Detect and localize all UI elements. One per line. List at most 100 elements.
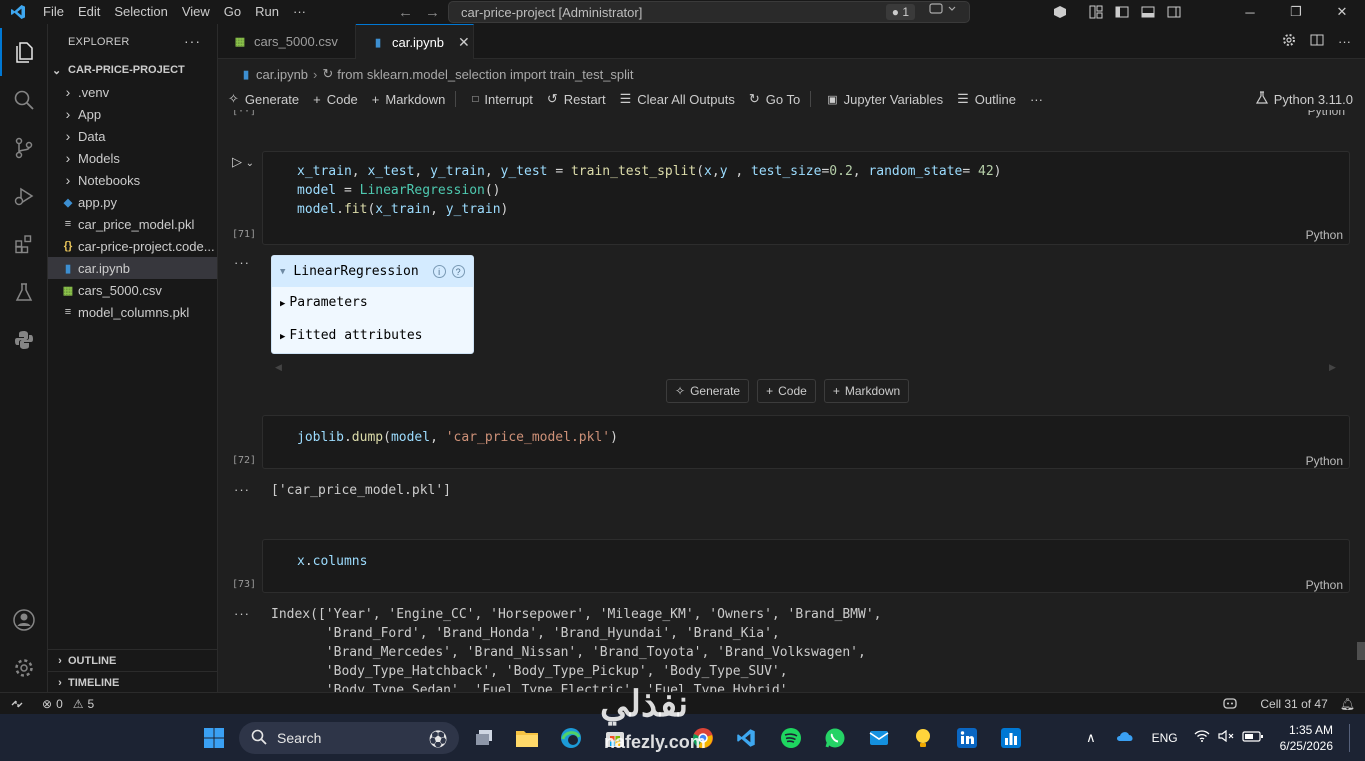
- output-more-icon[interactable]: ···: [234, 606, 250, 621]
- output-more-icon[interactable]: ···: [234, 482, 250, 497]
- command-center[interactable]: car-price-project [Administrator] ● 1: [448, 1, 970, 23]
- accounts-icon[interactable]: [1047, 0, 1073, 24]
- run-debug-icon[interactable]: [0, 172, 48, 220]
- cell-language[interactable]: Python: [1306, 578, 1343, 592]
- changes-badge[interactable]: ● 1: [885, 4, 915, 20]
- breadcrumb-symbol[interactable]: from sklearn.model_selection import trai…: [337, 67, 633, 82]
- menu-more[interactable]: ···: [286, 0, 313, 24]
- parameters-toggle[interactable]: ▶ Parameters: [280, 295, 368, 310]
- generate-button[interactable]: ✧ Generate: [228, 91, 299, 107]
- toggle-secondary-sidebar-icon[interactable]: [1161, 0, 1187, 24]
- linkedin-icon[interactable]: [953, 724, 981, 752]
- cell-language[interactable]: Python: [1306, 454, 1343, 468]
- prev-cell-language[interactable]: Python: [1308, 110, 1345, 118]
- toolbar-more-button[interactable]: ···: [1030, 92, 1043, 107]
- clear-outputs-button[interactable]: ☰ Clear All Outputs: [620, 91, 735, 107]
- copilot-status-icon[interactable]: [1222, 696, 1238, 713]
- explorer-icon[interactable]: [0, 28, 48, 76]
- toggle-sidebar-icon[interactable]: [1109, 0, 1135, 24]
- menu-view[interactable]: View: [175, 0, 217, 24]
- insert-markdown-button[interactable]: + Markdown: [823, 379, 910, 403]
- accounts-avatar-icon[interactable]: [0, 596, 48, 644]
- tree-item-car-price-project-code[interactable]: {} car-price-project.code...: [48, 235, 217, 257]
- add-code-button[interactable]: + Code: [313, 92, 358, 107]
- timeline-section[interactable]: › TIMELINE: [48, 671, 218, 693]
- jupyter-variables-button[interactable]: ▣ Jupyter Variables: [827, 92, 943, 107]
- input-language[interactable]: ENG: [1152, 731, 1178, 745]
- whatsapp-icon[interactable]: [821, 724, 849, 752]
- manage-gear-icon[interactable]: [0, 644, 48, 692]
- notebook-settings-gear-icon[interactable]: [1282, 33, 1296, 50]
- remote-indicator-icon[interactable]: [0, 693, 34, 715]
- info-icon[interactable]: i: [432, 265, 446, 278]
- code-cell-73-source[interactable]: x.columns: [297, 552, 367, 571]
- code-cell-72-source[interactable]: joblib.dump(model, 'car_price_model.pkl'…: [297, 428, 618, 447]
- insert-code-button[interactable]: + Code: [757, 379, 816, 403]
- cell-language[interactable]: Python: [1306, 228, 1343, 242]
- windows-start-icon[interactable]: [200, 724, 228, 752]
- more-actions-icon[interactable]: ···: [1338, 34, 1351, 49]
- outlook-icon[interactable]: [865, 724, 893, 752]
- breadcrumb-file[interactable]: car.ipynb: [256, 67, 308, 82]
- code-cell-73[interactable]: x.columns Python: [262, 539, 1350, 593]
- interrupt-button[interactable]: □ Interrupt: [472, 92, 532, 107]
- tree-item-cars-5000-csv[interactable]: ▦ cars_5000.csv: [48, 279, 217, 301]
- estimator-header[interactable]: ▼ LinearRegression i ?: [272, 256, 473, 287]
- code-cell-72[interactable]: joblib.dump(model, 'car_price_model.pkl'…: [262, 415, 1350, 469]
- onedrive-cloud-icon[interactable]: [1116, 730, 1134, 745]
- split-editor-icon[interactable]: [1310, 33, 1324, 50]
- outline-section[interactable]: › OUTLINE: [48, 649, 218, 671]
- add-markdown-button[interactable]: + Markdown: [372, 92, 446, 107]
- back-arrow-icon[interactable]: ←: [398, 4, 413, 21]
- run-cell-button[interactable]: ▷ ⌄: [232, 154, 254, 170]
- menu-edit[interactable]: Edit: [71, 0, 107, 24]
- help-icon[interactable]: ?: [451, 265, 465, 278]
- menu-go[interactable]: Go: [217, 0, 248, 24]
- menu-file[interactable]: File: [36, 0, 71, 24]
- system-clock[interactable]: 1:35 AM 6/25/2026: [1280, 722, 1333, 754]
- h-scroll-right-icon[interactable]: ▶: [1329, 362, 1336, 373]
- taskbar-search[interactable]: Search ⚽︎: [239, 722, 459, 754]
- tree-item-data[interactable]: › Data: [48, 125, 217, 147]
- fitted-attributes-toggle[interactable]: ▶ Fitted attributes: [280, 328, 422, 343]
- source-control-icon[interactable]: [0, 124, 48, 172]
- tree-item-app-py[interactable]: ◆ app.py: [48, 191, 217, 213]
- menu-run[interactable]: Run: [248, 0, 286, 24]
- customize-layout-icon[interactable]: [1083, 0, 1109, 24]
- python-icon[interactable]: [0, 316, 48, 364]
- volume-muted-icon[interactable]: [1218, 729, 1234, 745]
- close-window-icon[interactable]: ✕: [1319, 0, 1365, 24]
- restore-icon[interactable]: ❐: [1273, 0, 1319, 24]
- tab-cars-csv[interactable]: ▦ cars_5000.csv: [218, 24, 356, 59]
- file-explorer-icon[interactable]: [513, 724, 541, 752]
- task-view-icon[interactable]: [470, 724, 498, 752]
- analytics-app-icon[interactable]: [997, 724, 1025, 752]
- problems-indicator[interactable]: ⊗ 0 ⚠ 5: [42, 697, 94, 711]
- project-root[interactable]: ⌄ CAR-PRICE-PROJECT: [48, 59, 217, 81]
- tree-item-notebooks[interactable]: › Notebooks: [48, 169, 217, 191]
- vertical-scrollbar[interactable]: [1357, 642, 1365, 660]
- code-cell-71-source[interactable]: x_train, x_test, y_train, y_test = train…: [297, 162, 1002, 219]
- tree-item-model-columns-pkl[interactable]: ≡ model_columns.pkl: [48, 301, 217, 323]
- close-tab-icon[interactable]: ✕: [458, 34, 470, 51]
- code-cell-71[interactable]: x_train, x_test, y_train, y_test = train…: [262, 151, 1350, 245]
- vscode-taskbar-icon[interactable]: [732, 724, 760, 752]
- tree-item-venv[interactable]: › .venv: [48, 81, 217, 103]
- tips-lightbulb-icon[interactable]: [909, 724, 937, 752]
- show-hidden-icons-chevron[interactable]: ∧: [1086, 730, 1096, 746]
- tab-car-ipynb[interactable]: ▮ car.ipynb ✕: [356, 24, 474, 59]
- menu-selection[interactable]: Selection: [107, 0, 174, 24]
- tree-item-models[interactable]: › Models: [48, 147, 217, 169]
- spotify-icon[interactable]: [777, 724, 805, 752]
- testing-icon[interactable]: [0, 268, 48, 316]
- insert-generate-button[interactable]: ✧ Generate: [666, 379, 750, 403]
- goto-button[interactable]: ↻ Go To: [749, 91, 800, 107]
- notifications-bell-icon[interactable]: 🔔︎: [1340, 697, 1355, 711]
- show-desktop-button[interactable]: [1349, 723, 1355, 752]
- tree-item-app[interactable]: › App: [48, 103, 217, 125]
- search-icon[interactable]: [0, 76, 48, 124]
- minimize-icon[interactable]: ─: [1227, 0, 1273, 24]
- edge-browser-icon[interactable]: [557, 724, 585, 752]
- battery-icon[interactable]: [1242, 730, 1264, 745]
- output-more-icon[interactable]: ···: [234, 255, 250, 270]
